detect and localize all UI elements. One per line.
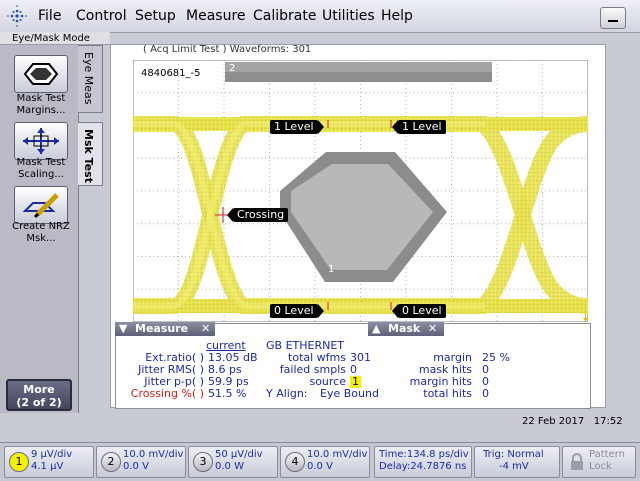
menu-control[interactable]: Control	[76, 8, 127, 24]
channel-4-offset: 0.0 V	[307, 461, 333, 472]
mask-test-scaling-button[interactable]	[14, 122, 68, 160]
mode-label: Eye/Mask Mode	[0, 32, 110, 45]
measure-panel-title: Measure	[135, 322, 189, 335]
channel-4-number: 4	[285, 452, 305, 472]
channel-2-offset: 0.0 V	[123, 461, 149, 472]
total-hits-label: total hits	[423, 387, 472, 400]
menu-setup[interactable]: Setup	[135, 8, 176, 24]
marker-number: 2	[229, 63, 235, 74]
channel-1-scale: 9 µV/div	[31, 449, 73, 460]
channel-1-number: 1	[9, 452, 29, 472]
channel-3-scale: 50 µV/div	[215, 449, 263, 460]
menu-bar: File Control Setup Measure Calibrate Uti…	[0, 0, 640, 33]
trigger-button[interactable]: Trig: Normal -4 mV	[474, 446, 560, 478]
menu-help[interactable]: Help	[381, 8, 413, 24]
time-text: 17:52	[593, 416, 623, 427]
measure-close-icon[interactable]: ✕	[201, 322, 210, 336]
menu-calibrate[interactable]: Calibrate	[253, 8, 316, 24]
mask-region-label: 1	[328, 264, 334, 275]
channel-3-offset: 0.0 W	[215, 461, 244, 472]
minimize-button[interactable]	[600, 7, 626, 29]
lock-icon	[571, 453, 583, 470]
tab-eye-meas-label: Eye Meas	[82, 52, 95, 105]
collapse-icon[interactable]: ▼	[119, 322, 127, 336]
channel-2-number: 2	[101, 452, 121, 472]
create-nrz-mask-label: Create NRZ Msk...	[12, 221, 70, 244]
mask-test-scaling-label: Mask Test Scaling...	[16, 157, 66, 180]
mask-panel-tab[interactable]: ▲ Mask ✕	[368, 322, 444, 336]
more-button-page: (2 of 2)	[16, 396, 62, 409]
channel-1-offset: 4.1 µV	[31, 461, 64, 472]
one-level-flag-right: 1 Level	[392, 120, 446, 134]
mask-margins-icon	[23, 63, 59, 85]
collapse-icon[interactable]: ▲	[372, 322, 380, 336]
channel-3-button[interactable]: 3 50 µV/div 0.0 W	[188, 446, 278, 478]
pattern-lock-line2: Lock	[589, 461, 612, 472]
menu-file[interactable]: File	[38, 8, 61, 24]
one-level-flag-left: 1 Level	[270, 120, 324, 134]
eye-diagram-plot[interactable]: 2 4840681_-5 1	[133, 60, 588, 322]
pattern-lock-line1: Pattern	[589, 449, 625, 460]
measure-value-crossing: 51.5 %	[208, 387, 247, 400]
measure-panel-tab[interactable]: ▼ Measure ✕	[115, 322, 215, 336]
pattern-lock-button[interactable]: Pattern Lock	[562, 446, 636, 478]
tab-msk-test[interactable]: Msk Test	[78, 122, 103, 186]
mask-close-icon[interactable]: ✕	[428, 322, 437, 336]
menu-measure[interactable]: Measure	[186, 8, 246, 24]
timebase-button[interactable]: Time:134.8 ps/div Delay:24.7876 ns	[374, 446, 472, 478]
create-nrz-mask-button[interactable]	[14, 186, 68, 224]
date-text: 22 Feb 2017	[522, 416, 585, 427]
channel-4-button[interactable]: 4 10.0 mV/div 0.0 V	[280, 446, 370, 478]
channel-1-button[interactable]: 1 9 µV/div 4.1 µV	[4, 446, 94, 478]
y-align-label: Y Align:	[266, 387, 308, 400]
agilent-logo-icon	[7, 5, 27, 27]
mask-test-margins-label: Mask Test Margins...	[16, 93, 66, 116]
timestamp: 22 Feb 2017 17:52	[522, 416, 623, 427]
trigger-level: -4 mV	[499, 461, 529, 472]
mask-test-margins-button[interactable]	[14, 55, 68, 93]
acquisition-status: ( Acq Limit Test ) Waveforms: 301	[143, 44, 312, 55]
channel-2-scale: 10.0 mV/div	[123, 449, 184, 460]
tab-eye-meas[interactable]: Eye Meas	[78, 45, 103, 113]
channel-2-button[interactable]: 2 10.0 mV/div 0.0 V	[96, 446, 186, 478]
y-align-value: Eye Bound	[320, 387, 379, 400]
channel-3-number: 3	[193, 452, 213, 472]
trigger-mode: Trig: Normal	[483, 449, 544, 460]
zero-level-flag-right: 0 Level	[392, 304, 446, 318]
total-hits-value: 0	[482, 387, 489, 400]
timebase-scale: Time:134.8 ps/div	[379, 449, 469, 460]
mask-scaling-icon	[23, 128, 59, 154]
channel-4-scale: 10.0 mV/div	[307, 449, 368, 460]
more-button-label: More	[23, 383, 55, 396]
pattern-id: 4840681_-5	[141, 68, 201, 79]
measure-name-crossing: Crossing %( )	[130, 387, 204, 400]
zero-level-flag-left: 0 Level	[270, 304, 324, 318]
crossing-flag: Crossing	[226, 208, 289, 222]
timebase-delay: Delay:24.7876 ns	[379, 461, 467, 472]
mask-panel-title: Mask	[388, 322, 421, 335]
more-button[interactable]: More (2 of 2)	[6, 379, 72, 411]
create-mask-icon	[22, 193, 59, 219]
menu-utilities[interactable]: Utilities	[322, 8, 375, 24]
tab-msk-test-label: Msk Test	[82, 129, 95, 183]
